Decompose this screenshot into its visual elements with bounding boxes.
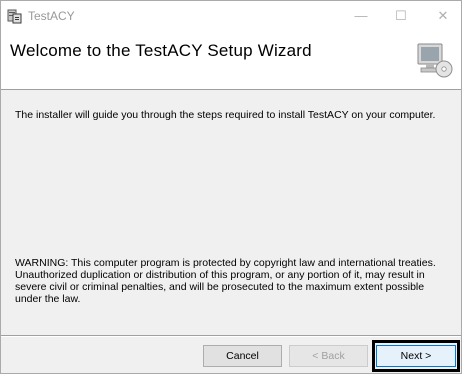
header-banner: Welcome to the TestACY Setup Wizard (1, 31, 461, 90)
intro-text: The installer will guide you through the… (15, 109, 436, 121)
minimize-button[interactable]: — (351, 7, 371, 25)
installer-app-icon (7, 9, 22, 24)
back-button[interactable]: < Back (289, 345, 368, 367)
copyright-warning-text: WARNING: This computer program is protec… (15, 257, 436, 305)
footer-separator (1, 335, 461, 337)
title-bar[interactable]: TestACY — ☐ ✕ (1, 1, 461, 31)
next-button[interactable]: Next > (376, 345, 456, 367)
computer-disc-icon (417, 43, 453, 78)
setup-wizard-window: TestACY — ☐ ✕ Welcome to the TestACY Set… (0, 0, 462, 374)
close-button[interactable]: ✕ (433, 7, 453, 25)
page-title: Welcome to the TestACY Setup Wizard (10, 41, 312, 60)
cancel-button[interactable]: Cancel (203, 345, 282, 367)
window-title: TestACY (28, 9, 75, 23)
maximize-button[interactable]: ☐ (391, 7, 411, 25)
